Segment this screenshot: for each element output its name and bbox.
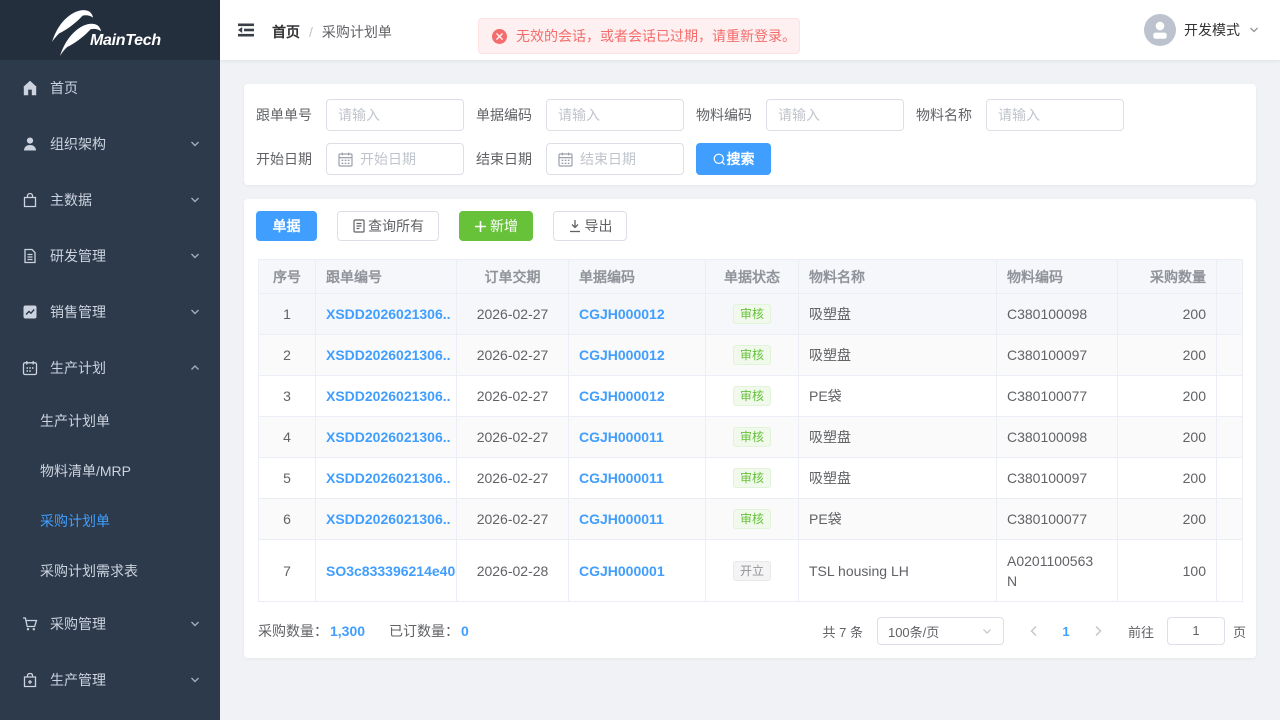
svg-text:MainTech: MainTech — [90, 32, 161, 49]
